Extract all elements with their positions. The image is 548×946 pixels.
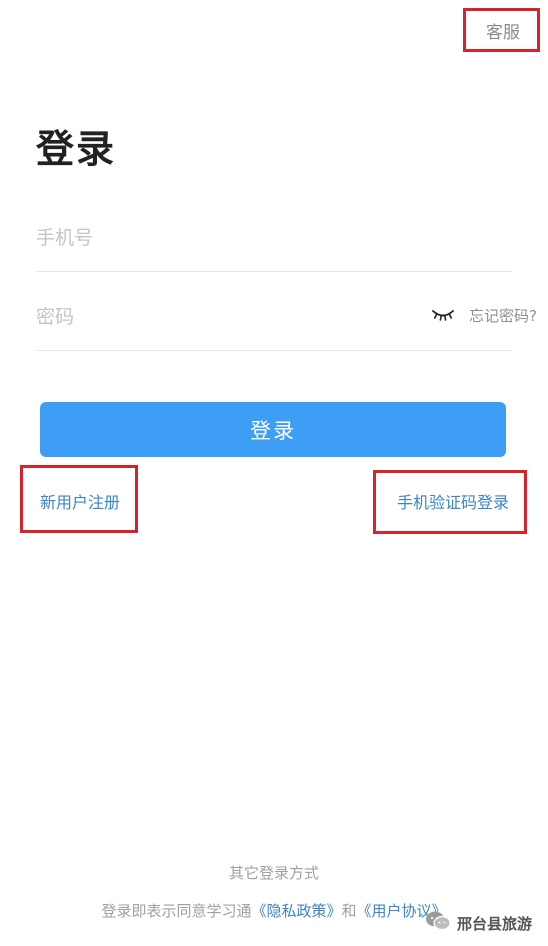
watermark-label: 邢台县旅游	[456, 914, 532, 933]
eye-closed-icon[interactable]	[430, 305, 456, 325]
highlight-box-service	[463, 8, 540, 52]
page-title: 登录	[36, 127, 117, 171]
watermark: 邢台县旅游	[425, 910, 532, 936]
forgot-password-link[interactable]: 忘记密码?	[469, 305, 537, 326]
wechat-icon	[425, 910, 451, 936]
phone-input[interactable]	[36, 204, 512, 271]
phone-field-row	[36, 204, 512, 272]
agreement-prefix: 登录即表示同意学习通	[101, 902, 252, 920]
highlight-box-sms-login	[373, 470, 527, 534]
login-button[interactable]: 登录	[40, 402, 506, 457]
privacy-policy-link[interactable]: 《隐私政策》	[251, 902, 341, 920]
password-input[interactable]	[36, 283, 376, 350]
other-login-methods-link[interactable]: 其它登录方式	[0, 862, 548, 883]
agreement-and: 和	[341, 902, 357, 920]
highlight-box-register	[20, 465, 138, 533]
password-field-row: 忘记密码?	[36, 283, 537, 351]
